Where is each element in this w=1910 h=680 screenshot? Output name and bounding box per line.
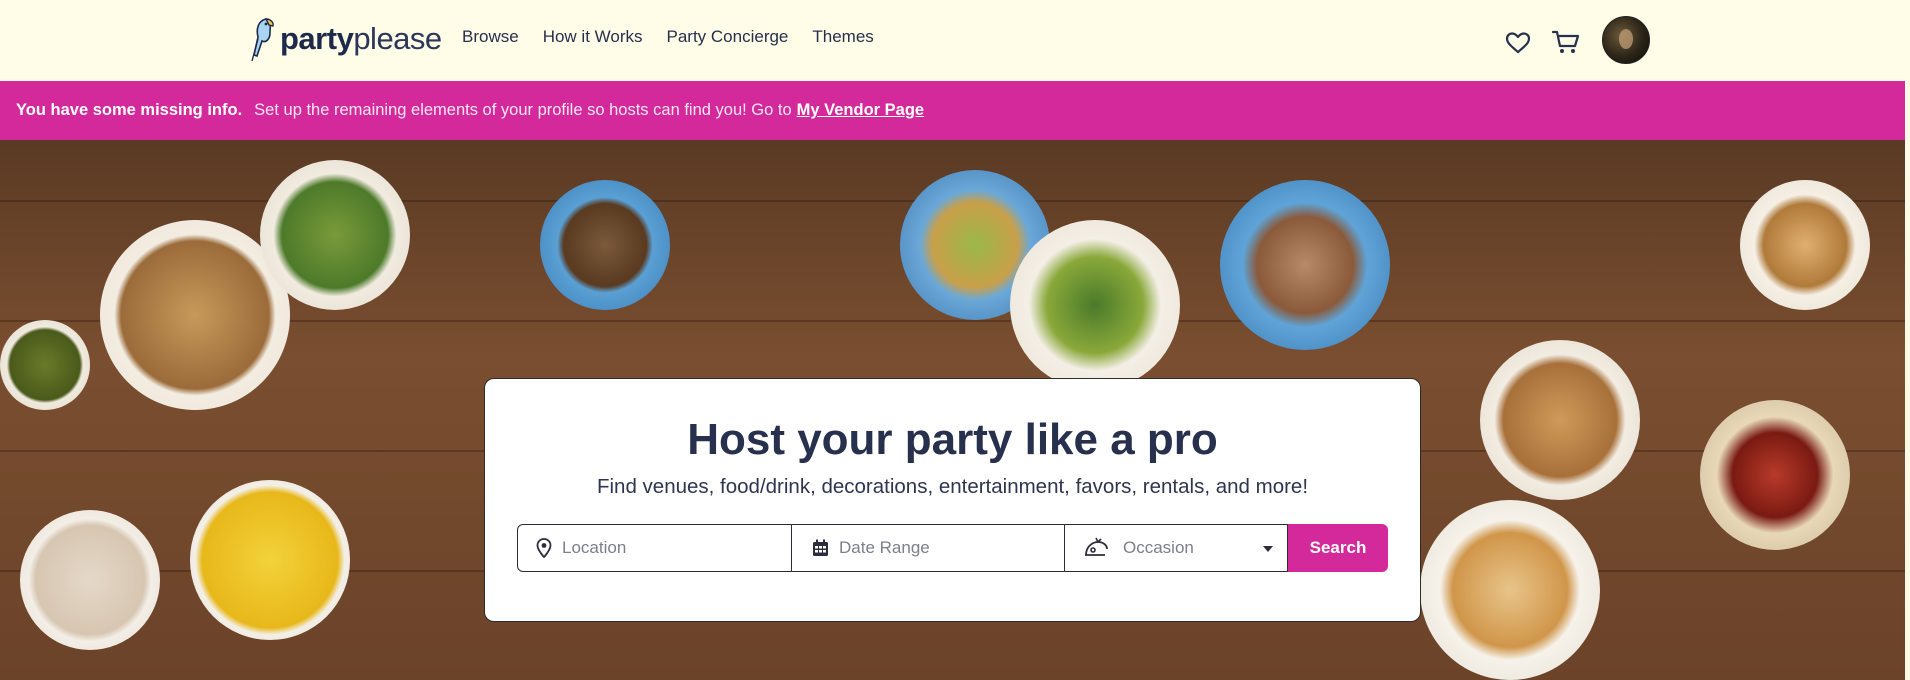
- parrot-logo-icon: [251, 18, 274, 62]
- missing-info-banner: You have some missing info. Set up the r…: [0, 81, 1905, 140]
- hero-subtitle: Find venues, food/drink, decorations, en…: [596, 475, 1309, 498]
- map-pin-icon: [536, 538, 552, 558]
- food-plate: [1740, 180, 1870, 310]
- favorites-button[interactable]: [1502, 27, 1534, 59]
- occasion-placeholder: Occasion: [1123, 538, 1194, 557]
- vendor-page-link[interactable]: My Vendor Page: [797, 101, 924, 120]
- food-plate: [1480, 340, 1640, 500]
- header-actions: [1502, 16, 1650, 64]
- heart-icon: [1505, 32, 1531, 54]
- party-hat-icon: [1085, 537, 1108, 556]
- site-header: partyplease Browse How it Works Party Co…: [0, 0, 1910, 81]
- food-plate: [1010, 220, 1180, 390]
- nav-how-it-works[interactable]: How it Works: [543, 27, 643, 47]
- banner-message: Set up the remaining elements of your pr…: [254, 101, 792, 119]
- chevron-down-icon: [1263, 546, 1273, 552]
- main-nav: Browse How it Works Party Concierge Them…: [462, 27, 874, 47]
- food-plate: [1420, 500, 1600, 680]
- logo-text-bold: party: [280, 21, 354, 56]
- search-form: Location Date Range Occasion Search: [517, 524, 1388, 572]
- food-plate: [190, 480, 350, 640]
- location-input[interactable]: Location: [517, 524, 792, 572]
- avatar[interactable]: [1602, 16, 1650, 64]
- food-plate: [1220, 180, 1390, 350]
- nav-browse[interactable]: Browse: [462, 27, 519, 47]
- calendar-icon: [813, 539, 828, 556]
- logo-text-light: please: [353, 21, 442, 56]
- cart-icon: [1552, 30, 1580, 53]
- food-plate: [260, 160, 410, 310]
- cart-button[interactable]: [1550, 26, 1582, 58]
- nav-party-concierge[interactable]: Party Concierge: [667, 27, 789, 47]
- food-plate: [1700, 400, 1850, 550]
- occasion-select[interactable]: Occasion: [1065, 524, 1288, 572]
- search-button[interactable]: Search: [1288, 524, 1388, 572]
- location-placeholder: Location: [562, 538, 627, 557]
- banner-heading: You have some missing info.: [16, 101, 243, 119]
- hero-title: Host your party like a pro: [687, 415, 1218, 464]
- date-range-input[interactable]: Date Range: [792, 524, 1065, 572]
- logo[interactable]: partyplease: [248, 14, 442, 64]
- food-plate: [20, 510, 160, 650]
- logo-text: partyplease: [280, 21, 442, 57]
- food-plate: [0, 320, 90, 410]
- search-card: Host your party like a pro Find venues, …: [484, 378, 1421, 622]
- nav-themes[interactable]: Themes: [812, 27, 873, 47]
- date-placeholder: Date Range: [839, 538, 930, 557]
- food-plate: [540, 180, 670, 310]
